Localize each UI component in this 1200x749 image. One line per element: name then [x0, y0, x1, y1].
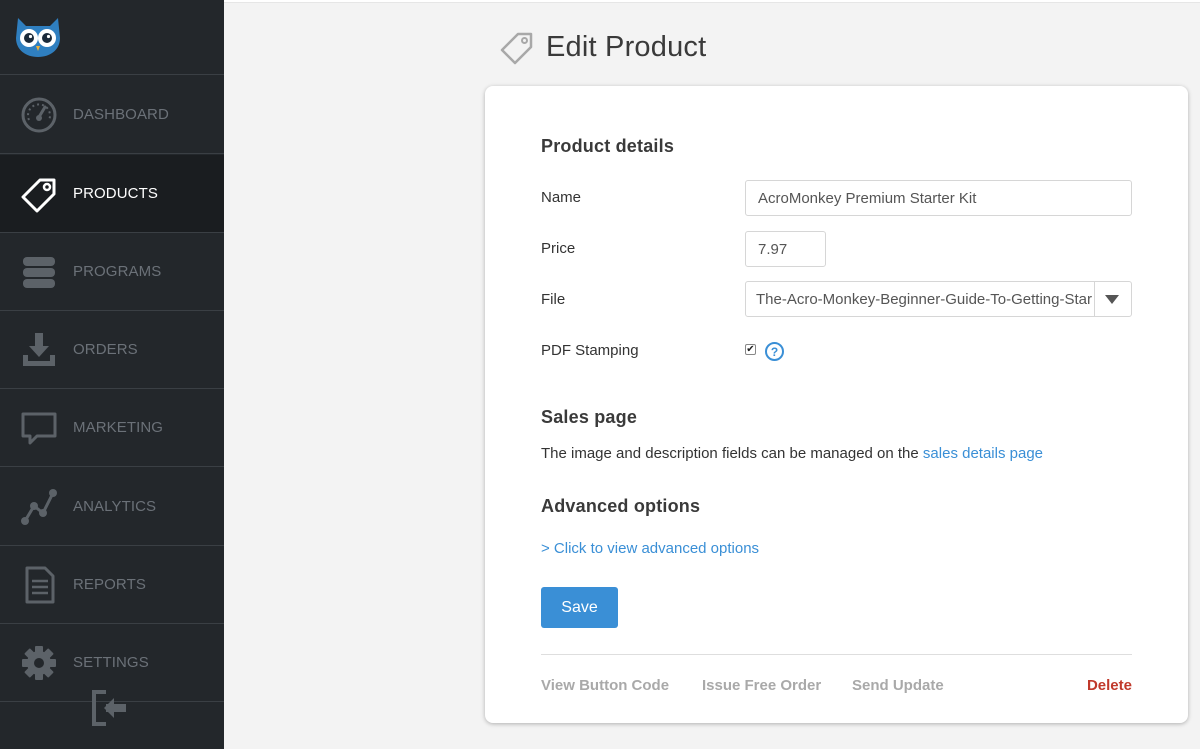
line-graph-icon — [19, 487, 59, 527]
save-button[interactable]: Save — [541, 587, 618, 628]
gear-icon — [19, 643, 59, 683]
sidebar-item-label: REPORTS — [73, 576, 146, 593]
download-tray-icon — [19, 330, 59, 370]
file-label: File — [541, 291, 566, 308]
owl-logo[interactable] — [14, 16, 62, 58]
sidebar-item-label: DASHBOARD — [73, 106, 169, 123]
sidebar-item-reports[interactable]: REPORTS — [0, 546, 224, 624]
edit-product-card: Product details Name Price File The-Acro… — [485, 86, 1188, 723]
advanced-options-link[interactable]: > Click to view advanced options — [541, 540, 759, 557]
file-select-value: The-Acro-Monkey-Beginner-Guide-To-Gettin… — [756, 291, 1092, 308]
sidebar-item-label: PRODUCTS — [73, 185, 158, 202]
pdf-stamping-label: PDF Stamping — [541, 342, 639, 359]
sidebar-item-programs[interactable]: PROGRAMS — [0, 233, 224, 311]
delete-link[interactable]: Delete — [1087, 677, 1132, 694]
name-label: Name — [541, 189, 582, 206]
advanced-options-heading: Advanced options — [541, 496, 701, 516]
sidebar-item-label: ORDERS — [73, 341, 138, 358]
checkmark-icon: ✔ — [746, 343, 755, 355]
stack-icon — [19, 252, 59, 292]
top-border — [224, 0, 1200, 3]
sidebar-item-label: PROGRAMS — [73, 263, 162, 280]
sidebar-item-label: SETTINGS — [73, 654, 149, 671]
view-button-code-link[interactable]: View Button Code — [541, 677, 669, 694]
send-update-link[interactable]: Send Update — [852, 677, 944, 694]
sidebar-item-label: MARKETING — [73, 419, 164, 436]
sales-page-description: The image and description fields can be … — [541, 445, 923, 462]
select-divider — [1094, 282, 1095, 316]
price-label: Price — [541, 240, 576, 257]
sales-page-text: The image and description fields can be … — [541, 445, 1043, 462]
sales-details-link[interactable]: sales details page — [923, 445, 1043, 462]
speech-bubble-icon — [19, 408, 59, 448]
dashboard-icon — [19, 95, 59, 135]
sales-page-heading: Sales page — [541, 407, 638, 427]
sidebar: DASHBOARD PRODUCTS PROGRAMS ORDERS MARKE… — [0, 0, 224, 749]
document-icon — [19, 565, 59, 605]
tag-icon — [19, 174, 59, 214]
issue-free-order-link[interactable]: Issue Free Order — [702, 677, 821, 694]
footer-divider — [541, 654, 1132, 655]
product-details-heading: Product details — [541, 136, 675, 156]
page-title: Edit Product — [546, 30, 707, 63]
help-icon[interactable]: ? — [765, 342, 784, 361]
chevron-down-icon[interactable] — [1105, 295, 1119, 304]
logo-area — [0, 0, 224, 75]
sidebar-item-products[interactable]: PRODUCTS — [0, 155, 224, 233]
sidebar-item-marketing[interactable]: MARKETING — [0, 389, 224, 467]
tag-icon — [500, 32, 533, 65]
logout-icon[interactable] — [88, 686, 132, 730]
name-input[interactable] — [745, 180, 1132, 216]
sidebar-item-label: ANALYTICS — [73, 498, 157, 515]
page-header: Edit Product — [498, 28, 706, 66]
pdf-stamping-checkbox[interactable]: ✔ — [745, 344, 756, 355]
sidebar-item-analytics[interactable]: ANALYTICS — [0, 468, 224, 546]
sidebar-item-orders[interactable]: ORDERS — [0, 311, 224, 389]
sidebar-item-dashboard[interactable]: DASHBOARD — [0, 76, 224, 154]
price-input[interactable] — [745, 231, 826, 267]
file-select[interactable]: The-Acro-Monkey-Beginner-Guide-To-Gettin… — [745, 281, 1132, 317]
